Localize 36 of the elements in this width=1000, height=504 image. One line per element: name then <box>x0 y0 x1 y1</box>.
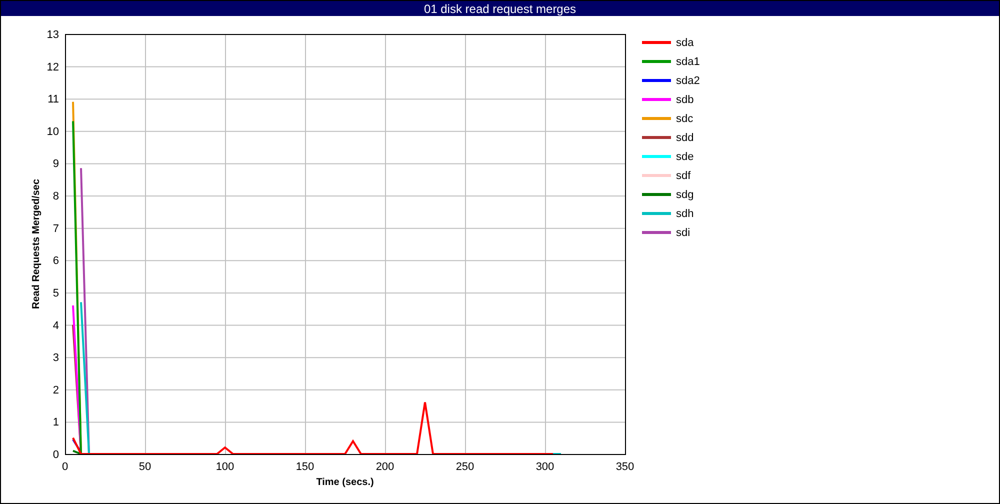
tick-label: 12 <box>46 61 59 74</box>
tick-label: 350 <box>616 461 634 473</box>
tick-label: 300 <box>536 461 554 473</box>
tick-label: 2 <box>52 384 59 396</box>
tick-label: 50 <box>138 461 152 473</box>
legend-label: sda1 <box>676 56 700 68</box>
legend-label: sdd <box>676 132 694 144</box>
legend-label: sda <box>676 36 694 48</box>
legend-label: sdi <box>676 226 690 238</box>
legend-label: sdh <box>676 208 694 220</box>
tick-label: 6 <box>52 255 59 268</box>
tick-label: 9 <box>52 158 59 170</box>
tick-label: 0 <box>62 461 68 473</box>
tick-label: 0 <box>52 449 59 461</box>
tick-label: 11 <box>48 94 59 106</box>
tick-label: 200 <box>376 461 394 473</box>
legend-label: sdg <box>676 188 694 200</box>
tick-label: 3 <box>52 352 59 364</box>
tick-label: 4 <box>52 320 59 332</box>
tick-label: 13 <box>46 29 59 41</box>
window-title: 01 disk read request merges <box>424 2 576 16</box>
legend-label: sdf <box>676 170 691 182</box>
tick-label: 8 <box>52 190 59 203</box>
axis-title: Read Requests Merged/sec <box>31 178 42 310</box>
tick-label: 5 <box>52 287 59 300</box>
legend-label: sde <box>676 150 694 162</box>
legend-label: sda2 <box>676 74 700 86</box>
legend-label: sdc <box>676 112 694 124</box>
tick-label: 7 <box>52 222 59 235</box>
tick-label: 250 <box>456 461 474 473</box>
tick-label: 10 <box>46 126 59 138</box>
legend-label: sdb <box>676 94 694 106</box>
tick-label: 150 <box>296 461 314 473</box>
axis-title: Time (secs.) <box>316 477 374 488</box>
tick-label: 100 <box>216 461 234 473</box>
tick-label: 1 <box>52 416 59 429</box>
